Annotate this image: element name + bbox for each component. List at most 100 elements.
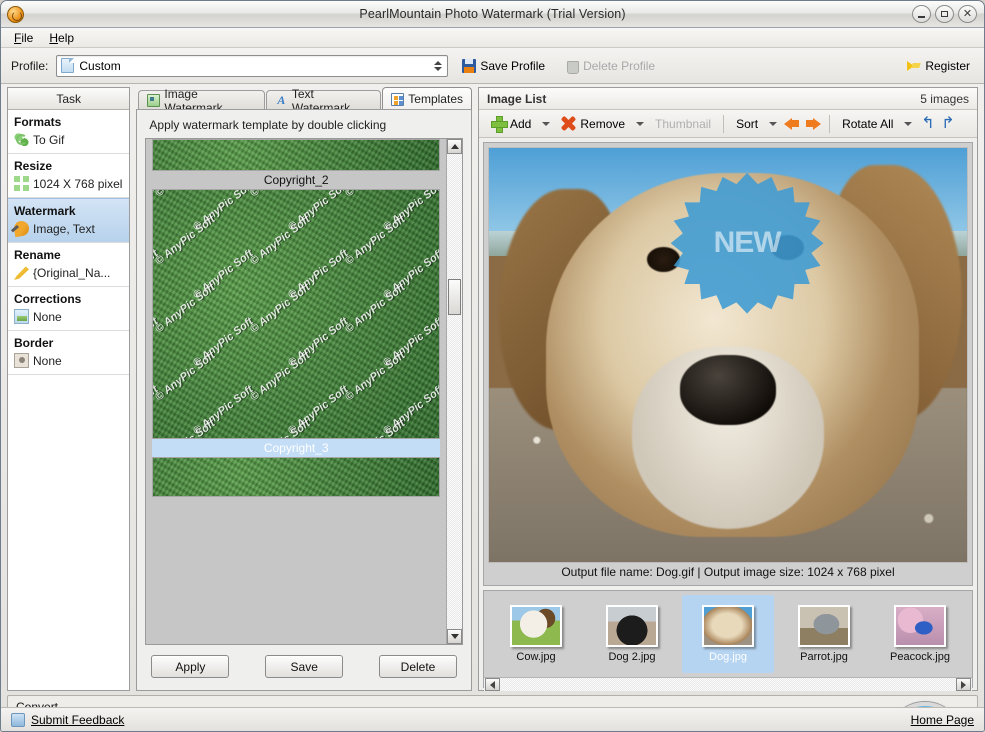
floppy-disk-icon [462, 58, 477, 73]
sidebar-item-border[interactable]: Border None [8, 331, 130, 375]
thumbnail-image [798, 605, 850, 647]
rotate-right-icon[interactable]: ↱ [939, 115, 956, 132]
main-content: Task Formats To Gif Resize 1024 X 768 pi… [1, 84, 984, 691]
menu-help[interactable]: Help [42, 29, 81, 47]
watermark-badge[interactable]: NEW [670, 172, 824, 314]
rotate-all-button[interactable]: Rotate All [838, 115, 897, 133]
apply-button[interactable]: Apply [151, 655, 230, 678]
template-name: Copyright_2 [263, 173, 329, 187]
template-thumbnail [152, 457, 440, 497]
watermark-text: © AnyPic Soft [343, 213, 408, 268]
gif-icon [14, 132, 29, 147]
thumbnail-label: Dog 2.jpg [608, 651, 656, 663]
thumbnail-image [702, 605, 754, 647]
add-label: Add [510, 116, 532, 131]
menu-file[interactable]: File [7, 29, 40, 47]
tab-image-watermark[interactable]: Image Watermark [138, 87, 265, 115]
remove-label: Remove [580, 116, 626, 131]
plus-icon [491, 116, 508, 133]
watermark-text: © AnyPic Soft [153, 315, 161, 369]
watermark-text: © AnyPic Soft [153, 349, 218, 404]
toolbar-separator [723, 114, 725, 133]
template-item-copyright-2[interactable]: Copyright_2 [152, 139, 440, 189]
scroll-up-button[interactable] [447, 139, 462, 154]
templates-list: Copyright_2 © AnyPic Soft© AnyPic Soft© … [146, 139, 446, 644]
corrections-icon [14, 309, 29, 324]
tab-templates-label: Templates [408, 92, 463, 106]
sidebar-item-rename-value: {Original_Na... [33, 265, 111, 280]
tab-templates[interactable]: Templates [382, 87, 472, 110]
image-watermark-icon [147, 94, 161, 107]
list-item[interactable]: Parrot.jpg [778, 595, 870, 673]
thumbnail-row: Cow.jpg Dog 2.jpg Dog.jpg Parrot.jpg Pea… [484, 591, 972, 677]
sidebar-item-watermark-value: Image, Text [33, 221, 95, 236]
image-list-title: Image List [487, 91, 547, 106]
watermark-text: © AnyPic Soft [153, 190, 218, 199]
template-item-partial[interactable] [152, 457, 440, 497]
scroll-right-button[interactable] [956, 678, 971, 691]
task-sidebar: Task Formats To Gif Resize 1024 X 768 pi… [7, 87, 131, 691]
tab-text-watermark[interactable]: A Text Watermark [265, 87, 382, 115]
add-dropdown-icon[interactable] [542, 121, 551, 126]
document-icon [61, 58, 75, 73]
rotate-all-label: Rotate All [842, 116, 894, 131]
template-actions: Apply Save Delete [145, 645, 463, 682]
register-button[interactable]: Register [906, 59, 974, 73]
home-page-link[interactable]: Home Page [911, 713, 974, 727]
key-icon [906, 59, 921, 73]
sidebar-item-rename[interactable]: Rename {Original_Na... [8, 243, 130, 287]
rotate-dropdown-icon[interactable] [904, 121, 913, 126]
remove-button[interactable]: Remove [557, 114, 629, 133]
sort-button[interactable]: Sort [732, 115, 762, 133]
remove-dropdown-icon[interactable] [636, 121, 645, 126]
profile-combobox[interactable]: Custom [56, 54, 449, 77]
thumbnail-label: Cow.jpg [516, 651, 556, 663]
sidebar-item-corrections[interactable]: Corrections None [8, 287, 130, 331]
filmstrip-scrollbar[interactable] [484, 677, 972, 691]
list-item[interactable]: Dog 2.jpg [586, 595, 678, 673]
add-button[interactable]: Add [487, 114, 535, 133]
submit-feedback-link[interactable]: Submit Feedback [31, 713, 124, 727]
template-item-copyright-3[interactable]: © AnyPic Soft© AnyPic Soft© AnyPic Soft©… [152, 189, 440, 457]
save-button[interactable]: Save [265, 655, 344, 678]
sort-dropdown-icon[interactable] [769, 121, 778, 126]
list-item[interactable]: Peacock.jpg [874, 595, 966, 673]
close-button[interactable]: ✕ [958, 5, 977, 23]
scrollbar-thumb[interactable] [448, 279, 461, 315]
templates-scrollbar[interactable] [446, 139, 462, 644]
scroll-left-button[interactable] [485, 678, 500, 691]
watermark-text: © AnyPic Soft [153, 281, 218, 336]
maximize-button[interactable] [935, 5, 954, 23]
list-item[interactable]: Dog.jpg [682, 595, 774, 673]
thumbnail-filmstrip: Cow.jpg Dog 2.jpg Dog.jpg Parrot.jpg Pea… [483, 590, 973, 691]
move-left-icon[interactable] [784, 116, 801, 131]
profile-label: Profile: [11, 58, 49, 73]
save-profile-button[interactable]: Save Profile [456, 57, 551, 75]
list-item[interactable]: Cow.jpg [490, 595, 582, 673]
watermark-text: © AnyPic Soft [153, 417, 218, 438]
window-controls: ✕ [912, 5, 977, 23]
save-profile-label: Save Profile [480, 58, 546, 73]
watermark-pattern-overlay: © AnyPic Soft© AnyPic Soft© AnyPic Soft©… [153, 190, 439, 438]
thumbnail-button: Thumbnail [651, 115, 715, 133]
scroll-down-button[interactable] [447, 629, 462, 644]
sidebar-item-border-value: None [33, 353, 62, 368]
sidebar-item-resize[interactable]: Resize 1024 X 768 pixel [8, 154, 130, 198]
watermark-text: © AnyPic Soft [343, 190, 408, 199]
sidebar-item-corrections-value: None [33, 309, 62, 324]
rotate-left-icon[interactable]: ↰ [919, 115, 936, 132]
profile-spinner[interactable] [430, 57, 445, 75]
watermark-text: © AnyPic Soft [248, 281, 313, 336]
sidebar-item-resize-value: 1024 X 768 pixel [33, 176, 123, 191]
move-right-icon[interactable] [804, 116, 822, 131]
sidebar-item-corrections-title: Corrections [14, 292, 82, 306]
watermark-text: © AnyPic Soft [153, 213, 218, 268]
scrollbar-track[interactable] [447, 154, 462, 629]
preview-photo[interactable]: NEW [488, 147, 968, 563]
watermark-text: © AnyPic Soft [343, 281, 408, 336]
delete-button[interactable]: Delete [379, 655, 457, 678]
minimize-button[interactable] [912, 5, 931, 23]
image-list-header: Image List 5 images [479, 88, 977, 110]
sidebar-item-formats[interactable]: Formats To Gif [8, 110, 130, 154]
sidebar-item-watermark[interactable]: Watermark Image, Text [8, 198, 130, 243]
